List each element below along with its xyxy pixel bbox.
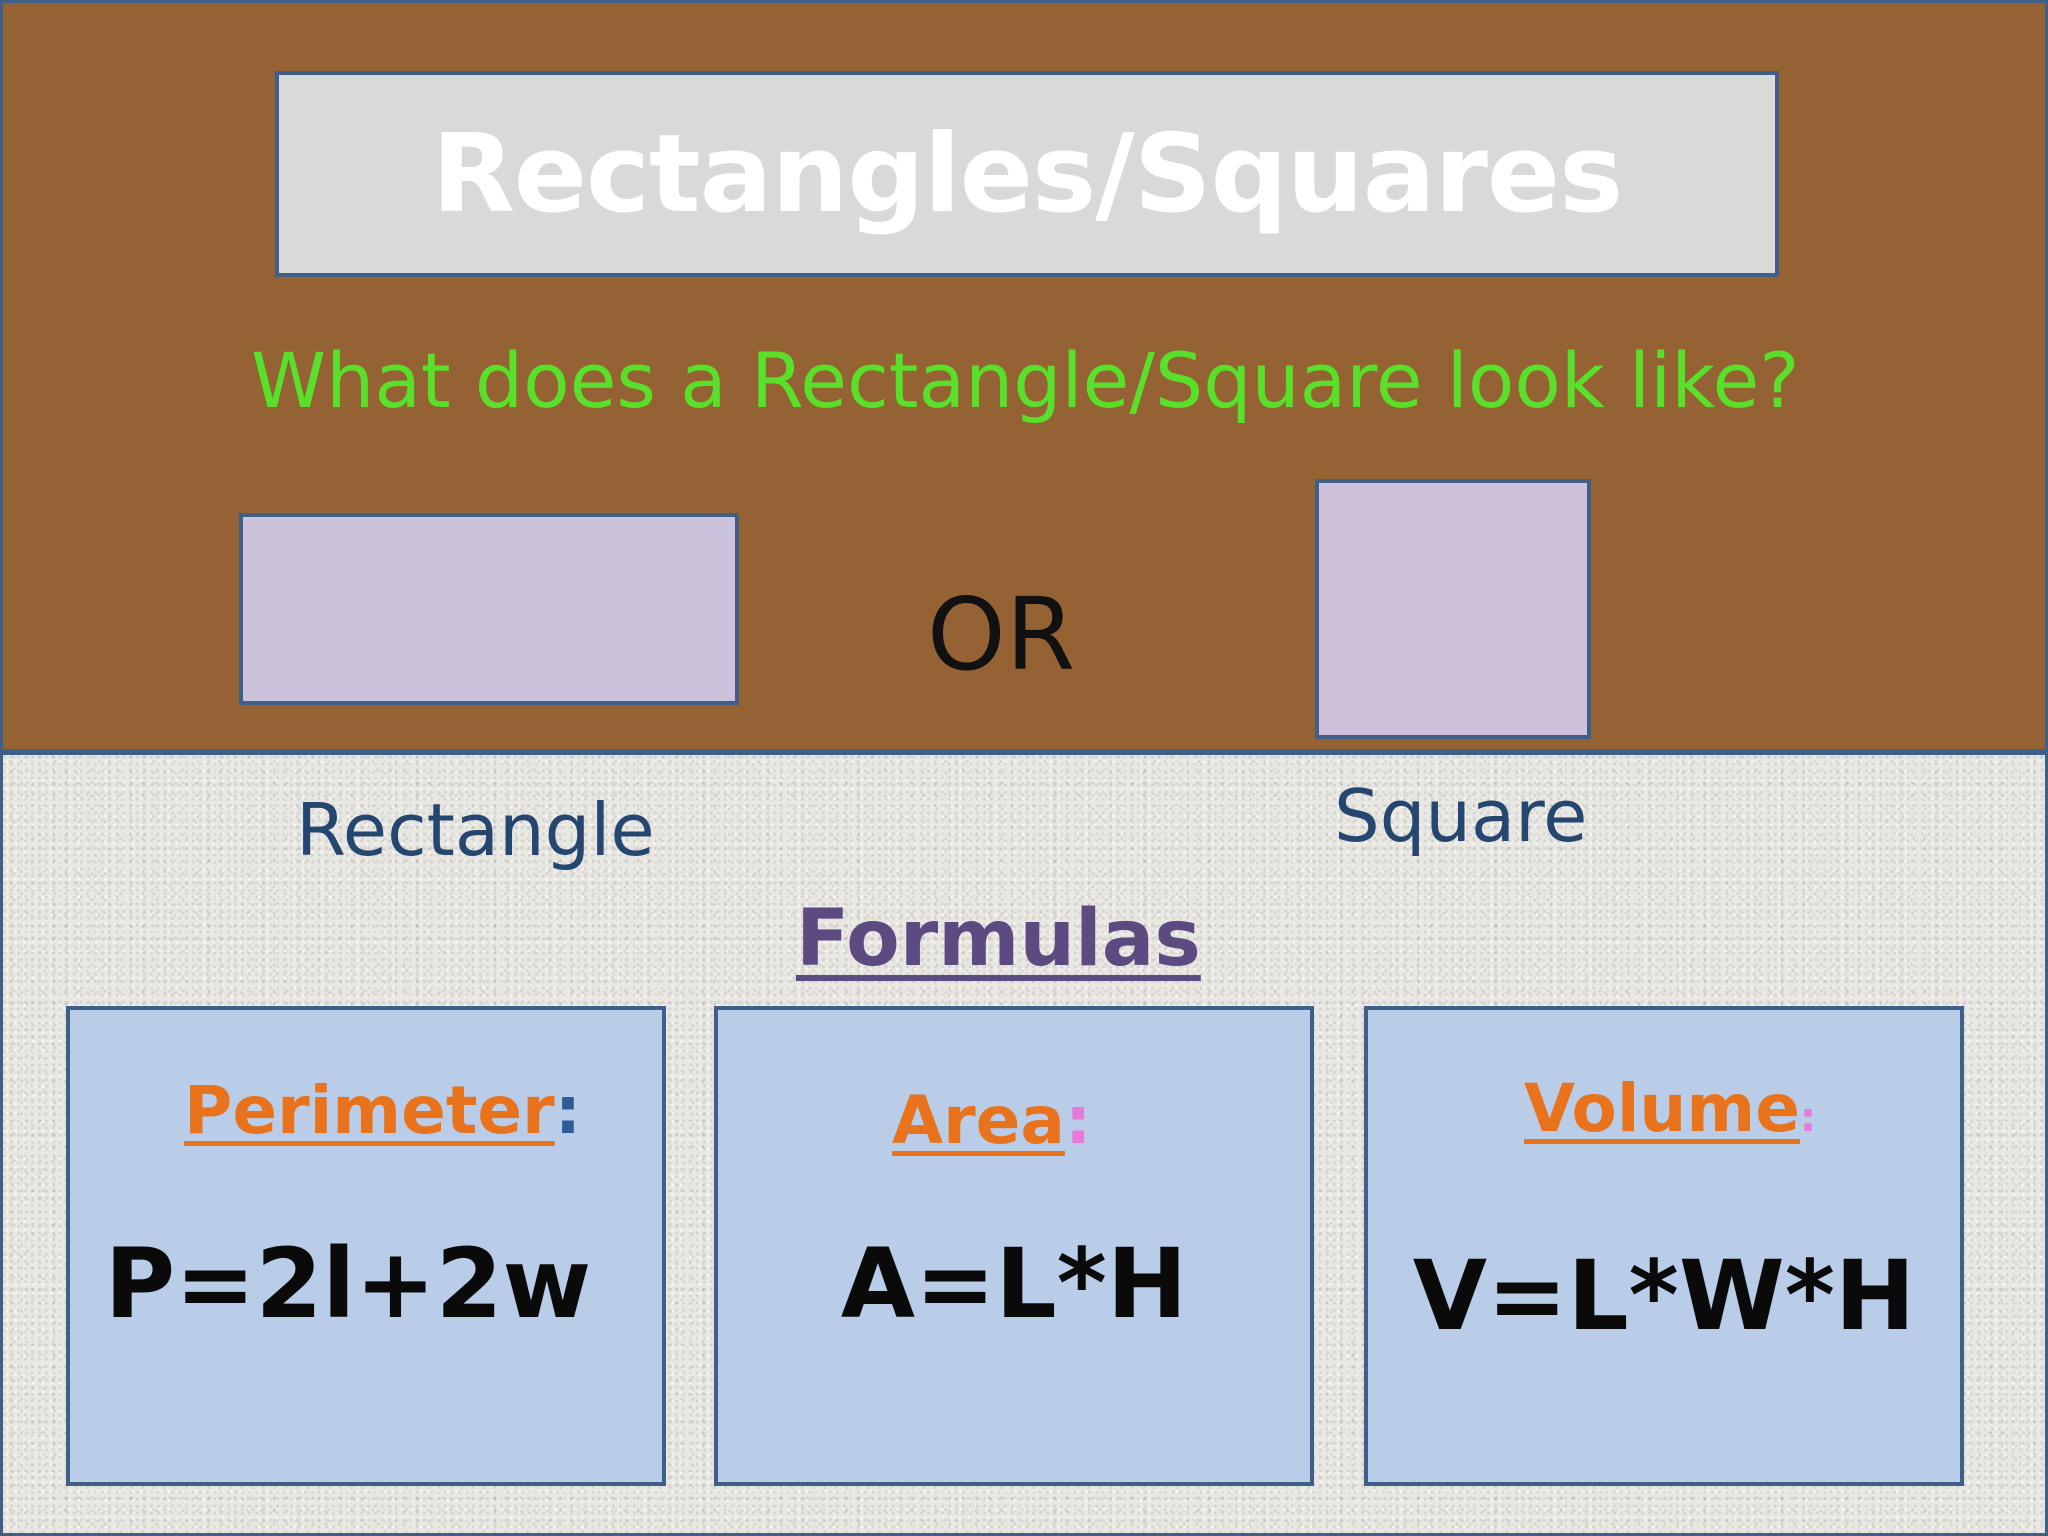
slide-title: Rectangles/Squares xyxy=(431,111,1624,237)
volume-label: Volume: xyxy=(1524,1076,1816,1142)
volume-label-word: Volume xyxy=(1524,1070,1800,1147)
volume-formula: V=L*W*H xyxy=(1412,1240,1916,1352)
formulas-heading: Formulas xyxy=(796,894,1201,984)
volume-card: Volume: V=L*W*H xyxy=(1364,1006,1964,1486)
top-panel: Rectangles/Squares What does a Rectangle… xyxy=(0,0,2048,752)
slide: Rectangles/Squares What does a Rectangle… xyxy=(0,0,2048,1536)
title-box: Rectangles/Squares xyxy=(275,71,1779,277)
area-formula: A=L*H xyxy=(840,1228,1188,1340)
area-label-colon: : xyxy=(1064,1082,1092,1159)
perimeter-label-colon: : xyxy=(554,1072,582,1149)
perimeter-label-word: Perimeter xyxy=(184,1072,555,1149)
area-card: Area: A=L*H xyxy=(714,1006,1314,1486)
square-label: Square xyxy=(1334,774,1588,858)
question-text: What does a Rectangle/Square look like? xyxy=(251,336,1800,425)
rectangle-label: Rectangle xyxy=(296,788,655,872)
area-label: Area: xyxy=(892,1088,1091,1154)
volume-label-colon: : xyxy=(1799,1095,1816,1141)
area-label-word: Area xyxy=(892,1082,1065,1159)
or-separator: OR xyxy=(927,576,1076,693)
perimeter-formula: P=2l+2w xyxy=(104,1228,592,1340)
square-shape xyxy=(1315,479,1591,739)
rectangle-shape xyxy=(239,513,739,705)
perimeter-card: Perimeter: P=2l+2w xyxy=(66,1006,666,1486)
perimeter-label: Perimeter: xyxy=(184,1078,581,1144)
